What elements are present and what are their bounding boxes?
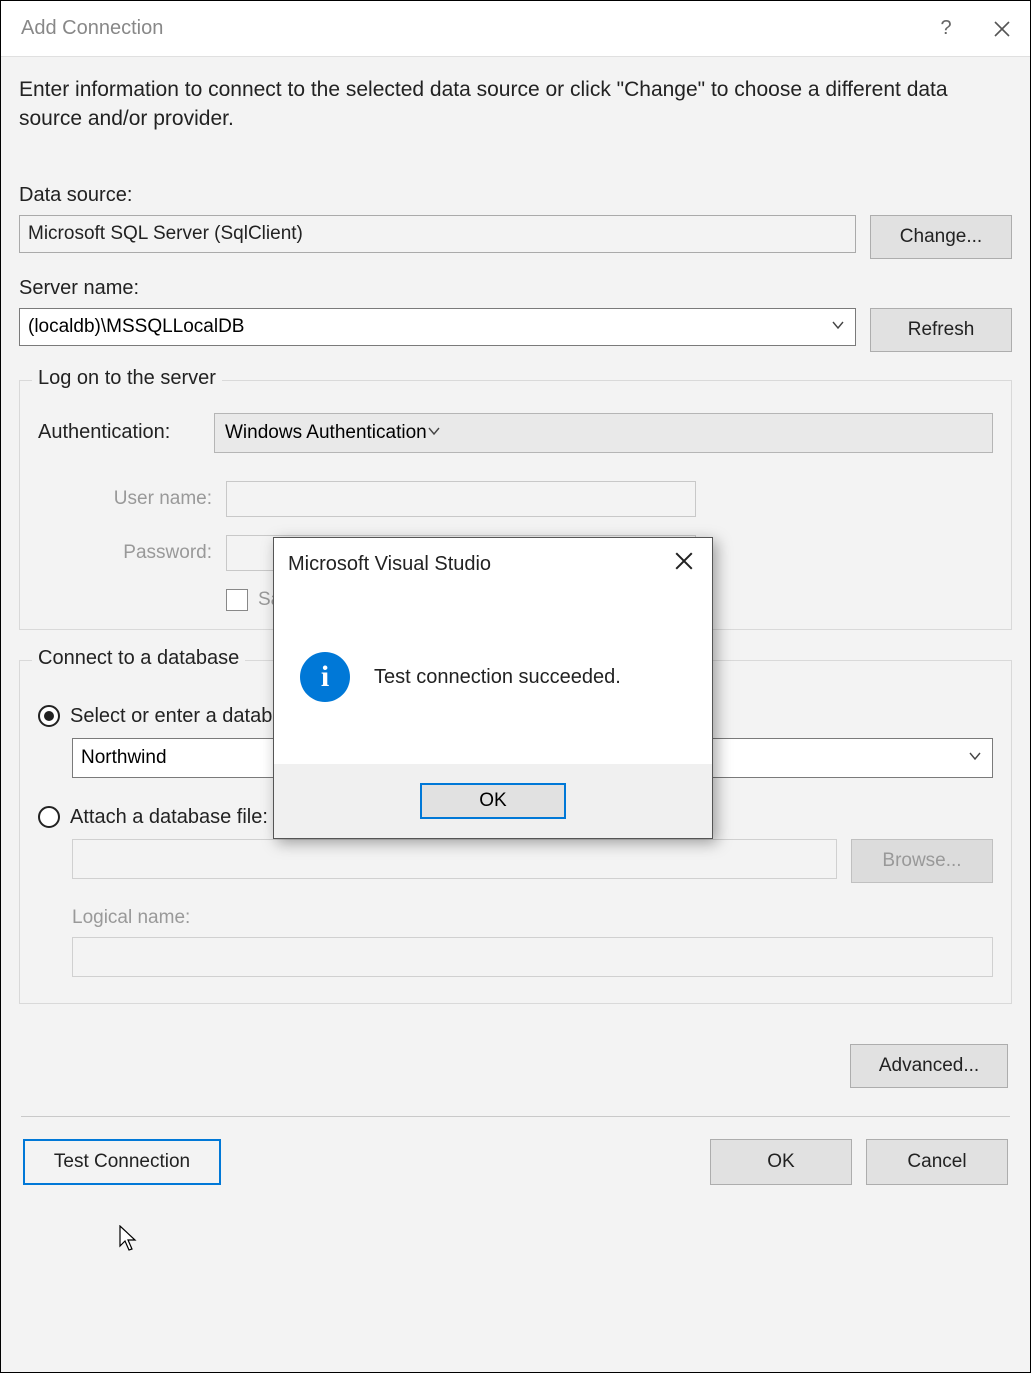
advanced-button[interactable]: Advanced... (850, 1044, 1008, 1088)
username-label: User name: (82, 488, 212, 510)
ok-button-label: OK (767, 1151, 794, 1173)
data-source-field: Microsoft SQL Server (SqlClient) (19, 215, 856, 253)
close-icon (993, 20, 1011, 38)
titlebar: Add Connection ? (1, 1, 1030, 57)
password-label: Password: (82, 542, 212, 564)
logical-name-field (72, 937, 993, 977)
cancel-button[interactable]: Cancel (866, 1139, 1008, 1185)
refresh-button-label: Refresh (908, 319, 975, 341)
data-source-value: Microsoft SQL Server (SqlClient) (28, 223, 303, 245)
chevron-down-icon (831, 316, 845, 338)
browse-button-label: Browse... (882, 850, 961, 872)
server-name-value: (localdb)\MSSQLLocalDB (28, 316, 244, 338)
message-box-text: Test connection succeeded. (374, 666, 621, 689)
attach-db-radio[interactable] (38, 806, 60, 828)
data-source-label: Data source: (19, 184, 1012, 207)
info-icon: i (300, 652, 350, 702)
attach-file-field (72, 839, 837, 879)
chevron-down-icon (968, 747, 982, 769)
browse-button: Browse... (851, 839, 993, 883)
help-button[interactable]: ? (918, 1, 974, 57)
database-legend: Connect to a database (32, 647, 245, 670)
message-box-titlebar: Microsoft Visual Studio (274, 538, 712, 590)
authentication-label: Authentication: (38, 421, 198, 444)
ok-button[interactable]: OK (710, 1139, 852, 1185)
server-name-combo[interactable]: (localdb)\MSSQLLocalDB (19, 308, 856, 346)
chevron-down-icon (427, 422, 441, 444)
message-box-ok-button[interactable]: OK (420, 783, 566, 819)
server-name-label: Server name: (19, 277, 1012, 300)
select-db-radio[interactable] (38, 705, 60, 727)
authentication-select[interactable]: Windows Authentication (214, 413, 993, 453)
message-box-title: Microsoft Visual Studio (288, 553, 491, 576)
close-button[interactable] (974, 1, 1030, 57)
message-box-ok-label: OK (479, 790, 506, 812)
window-title: Add Connection (21, 17, 163, 40)
change-button[interactable]: Change... (870, 215, 1012, 259)
refresh-button[interactable]: Refresh (870, 308, 1012, 352)
advanced-button-label: Advanced... (879, 1055, 979, 1077)
cancel-button-label: Cancel (907, 1151, 966, 1173)
attach-db-radio-label: Attach a database file: (70, 806, 268, 829)
change-button-label: Change... (900, 226, 982, 248)
save-password-checkbox (226, 589, 248, 611)
logon-legend: Log on to the server (32, 367, 222, 390)
help-icon: ? (940, 17, 951, 40)
intro-text: Enter information to connect to the sele… (19, 75, 1012, 134)
close-icon (674, 551, 694, 571)
authentication-value: Windows Authentication (225, 422, 427, 444)
logical-name-label: Logical name: (72, 907, 993, 929)
message-box: Microsoft Visual Studio i Test connectio… (273, 537, 713, 839)
test-connection-button[interactable]: Test Connection (23, 1139, 221, 1185)
test-connection-label: Test Connection (54, 1151, 190, 1173)
message-box-close-button[interactable] (670, 547, 698, 581)
database-name-value: Northwind (81, 747, 167, 769)
username-field (226, 481, 696, 517)
